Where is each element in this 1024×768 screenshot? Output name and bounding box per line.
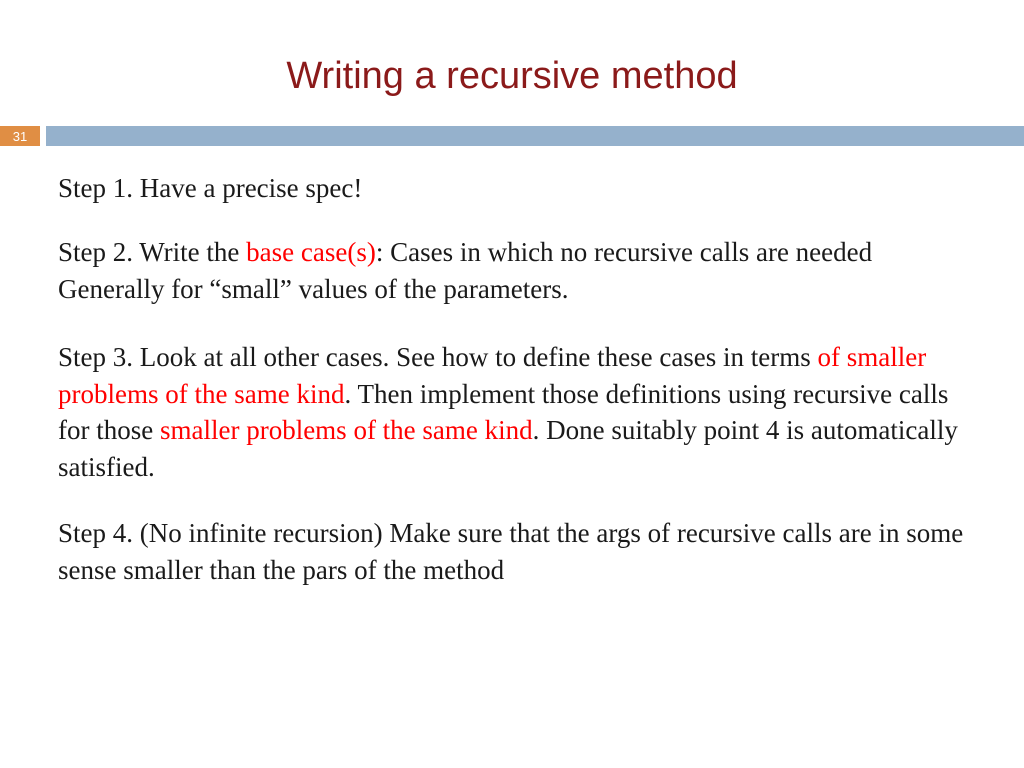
step-1: Step 1. Have a precise spec! [58,170,964,206]
band-bar [46,126,1024,146]
step-1-text: Step 1. Have a precise spec! [58,173,362,203]
slide-body: Step 1. Have a precise spec! Step 2. Wri… [0,146,1024,588]
page-number-badge: 31 [0,126,40,146]
step-4-text: Step 4. (No infinite recursion) Make sur… [58,518,963,584]
slide-title: Writing a recursive method [0,0,1024,126]
step-4: Step 4. (No infinite recursion) Make sur… [58,515,964,588]
step-2-red-a: base case(s) [246,237,376,267]
step-3: Step 3. Look at all other cases. See how… [58,339,964,485]
step-3-red-b: smaller problems of the same kind [160,415,533,445]
step-2-part-a: Step 2. Write the [58,237,246,267]
header-band: 31 [0,126,1024,146]
step-2: Step 2. Write the base case(s): Cases in… [58,234,964,307]
step-3-part-a: Step 3. Look at all other cases. See how… [58,342,818,372]
